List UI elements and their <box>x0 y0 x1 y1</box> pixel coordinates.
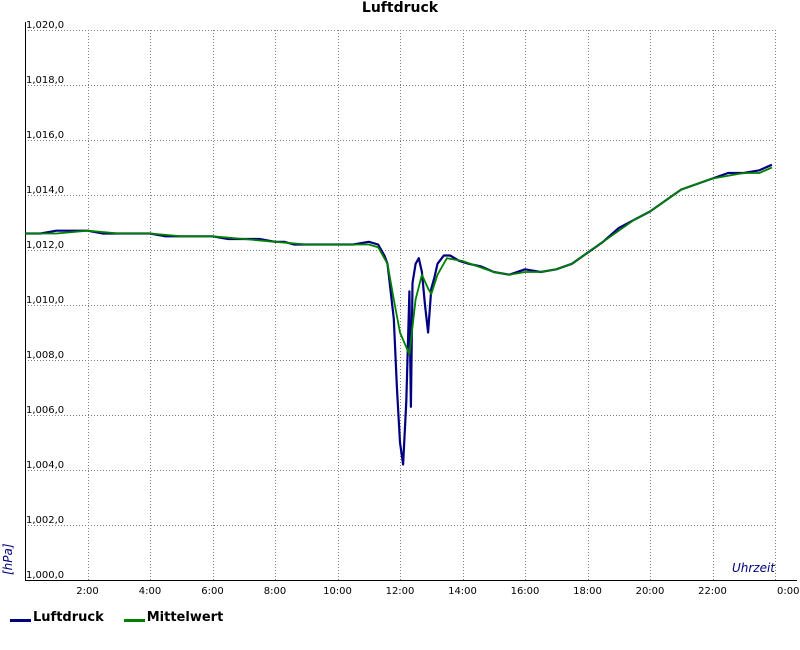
series-line-mittelwert <box>25 166 773 356</box>
x-tick-label: 18:00 <box>573 586 602 597</box>
grid <box>25 30 776 580</box>
y-tick-label: 1,008,0 <box>26 350 64 361</box>
legend-item-mittelwert: Mittelwert <box>123 609 224 625</box>
y-tick-label: 1,016,0 <box>26 130 64 141</box>
y-tick-label: 1,012,0 <box>26 240 64 251</box>
legend-label: Luftdruck <box>33 609 104 625</box>
x-tick-label: 2:00 <box>76 586 98 597</box>
x-axis-label: Uhrzeit <box>732 561 776 575</box>
x-tick-label: 6:00 <box>201 586 223 597</box>
y-tick-label: 1,018,0 <box>26 75 64 86</box>
y-tick-label: 1,010,0 <box>26 295 64 306</box>
legend: Luftdruck Mittelwert <box>10 609 243 625</box>
y-tick-label: 1,006,0 <box>26 405 64 416</box>
y-tick-label: 1,014,0 <box>26 185 64 196</box>
legend-label: Mittelwert <box>146 609 224 625</box>
x-tick-label: 16:00 <box>511 586 540 597</box>
y-axis-label: [hPa] <box>1 543 15 575</box>
x-tick-label: 10:00 <box>323 586 352 597</box>
x-tick-label: 0:00 <box>777 586 799 597</box>
x-tick-label: 8:00 <box>264 586 286 597</box>
y-tick-label: 1,002,0 <box>26 515 64 526</box>
legend-swatch <box>123 618 145 622</box>
x-tick-label: 4:00 <box>139 586 161 597</box>
x-tick-label: 14:00 <box>448 586 477 597</box>
x-tick-label: 22:00 <box>698 586 727 597</box>
y-tick-label: 1,004,0 <box>26 460 64 471</box>
y-tick-label: 1,020,0 <box>26 20 64 31</box>
series-lines <box>25 163 773 466</box>
axes <box>25 22 797 581</box>
x-tick-label: 20:00 <box>636 586 665 597</box>
x-tick-label: 12:00 <box>386 586 415 597</box>
legend-item-luftdruck: Luftdruck <box>10 610 104 625</box>
y-tick-label: 1,000,0 <box>26 570 64 581</box>
legend-swatch <box>10 618 31 622</box>
line-chart: 1,000,0 1,002,0 1,004,0 1,006,0 1,008,0 1,010… <box>1 20 799 597</box>
series-line-luftdruck <box>25 163 773 466</box>
